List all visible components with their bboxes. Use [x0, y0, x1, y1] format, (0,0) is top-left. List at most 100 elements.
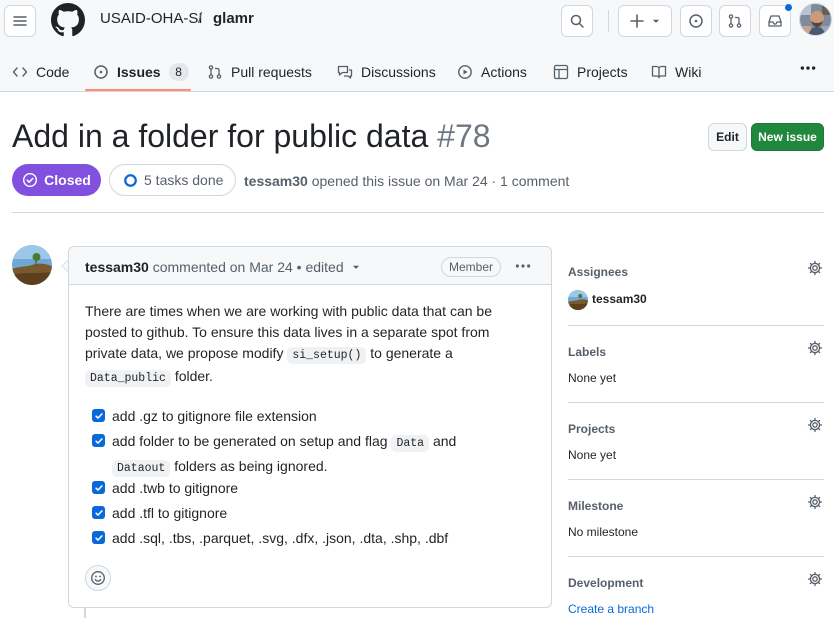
comment-header: tessam30 commented on Mar 24 • edited Me…: [69, 247, 551, 285]
check-icon: [94, 484, 103, 491]
gear-icon[interactable]: [807, 340, 823, 356]
task-text: and: [432, 433, 457, 449]
kebab-horizontal-icon: [800, 66, 816, 70]
tab-wiki[interactable]: Wiki: [651, 52, 701, 92]
pull-requests-button[interactable]: [719, 5, 751, 37]
task-label: add .twb to gitignore: [112, 480, 239, 496]
check-circle-icon: [23, 172, 38, 188]
sidebar-development-heading: Development: [568, 576, 644, 590]
github-logo-icon[interactable]: [51, 3, 85, 37]
comment-body-line: posted to github. To ensure this data li…: [85, 324, 490, 340]
sidebar-divider: [568, 402, 824, 403]
tab-discussions-label: Discussions: [361, 64, 436, 80]
create-new-button[interactable]: [618, 5, 672, 37]
search-icon: [570, 14, 584, 28]
comment-text: private data, we propose modify: [85, 345, 284, 361]
caret-down-icon[interactable]: [351, 262, 361, 272]
active-tab-underline: [85, 89, 191, 91]
task-item: add .sql, .tbs, .parquet, .svg, .dfx, .j…: [92, 527, 448, 549]
issue-title-text: Add in a folder for public data: [12, 118, 429, 154]
sidebar-assignees-heading: Assignees: [568, 265, 629, 279]
assignee-name: tessam30: [592, 292, 647, 307]
timeline-line: [84, 608, 86, 618]
hamburger-menu-button[interactable]: [4, 5, 36, 37]
tab-pull-requests[interactable]: Pull requests: [207, 52, 312, 92]
comment-discussion-icon: [337, 65, 353, 79]
comment-author-avatar[interactable]: [12, 245, 52, 285]
task-label: add .sql, .tbs, .parquet, .svg, .dfx, .j…: [112, 530, 449, 546]
create-branch-link[interactable]: Create a branch: [568, 602, 654, 616]
check-icon: [94, 412, 103, 419]
smiley-icon: [91, 571, 105, 585]
issue-number: #78: [437, 118, 491, 154]
sidebar-labels-value: None yet: [568, 371, 617, 385]
tab-projects[interactable]: Projects: [553, 52, 628, 92]
book-icon: [651, 65, 667, 79]
breadcrumb-separator: /: [198, 10, 203, 27]
assignee-item[interactable]: tessam30: [568, 290, 647, 310]
comment-body-line: There are times when we are working with…: [85, 303, 492, 319]
add-reaction-button[interactable]: [85, 565, 111, 591]
comment-meta[interactable]: commented on Mar 24 • edited: [153, 259, 344, 275]
issues-count-badge: 8: [168, 63, 189, 81]
comment-body: There are times when we are working with…: [85, 301, 537, 389]
assignee-avatar: [568, 290, 588, 310]
notification-dot: [784, 3, 793, 12]
issue-state-badge: Closed: [12, 164, 101, 196]
task-checkbox[interactable]: [92, 409, 105, 422]
comment-options-button[interactable]: [513, 257, 533, 275]
tab-actions[interactable]: Actions: [457, 52, 527, 92]
header-divider: [608, 10, 609, 32]
gear-icon[interactable]: [807, 260, 823, 276]
task-label: add folder to be generated on setup and …: [112, 430, 456, 480]
issue-opened-icon: [94, 65, 108, 79]
sidebar-milestone-value: No milestone: [568, 525, 639, 539]
sidebar-projects-value: None yet: [568, 448, 617, 462]
task-checkbox[interactable]: [92, 506, 105, 519]
tasks-progress-label: 5 tasks done: [144, 172, 224, 188]
sidebar-projects-heading: Projects: [568, 422, 616, 436]
tab-code-label: Code: [36, 64, 70, 80]
sidebar-milestone-heading: Milestone: [568, 499, 624, 513]
tab-code[interactable]: Code: [12, 52, 69, 92]
header-divider-line: [12, 212, 824, 213]
comment-text: folder.: [174, 368, 213, 384]
edit-title-button[interactable]: Edit: [708, 123, 747, 151]
inbox-icon: [768, 15, 782, 27]
sidebar-labels-heading: Labels: [568, 345, 607, 359]
kebab-horizontal-icon: [515, 264, 531, 268]
new-issue-button[interactable]: New issue: [751, 123, 824, 151]
sidebar-divider: [568, 556, 824, 557]
task-checkbox[interactable]: [92, 481, 105, 494]
task-checkbox[interactable]: [92, 531, 105, 544]
issue-title: Add in a folder for public data #78: [12, 118, 491, 155]
more-tabs-button[interactable]: [796, 58, 820, 78]
check-icon: [94, 437, 103, 444]
task-checkbox[interactable]: [92, 434, 105, 447]
breadcrumb-owner[interactable]: USAID-OHA-SI: [100, 10, 203, 27]
comment-author-link[interactable]: tessam30: [85, 259, 149, 275]
gear-icon[interactable]: [807, 417, 823, 433]
repo-header: USAID-OHA-SI / glamr Code Issues 8 Pull …: [0, 0, 834, 92]
tab-issues[interactable]: Issues 8: [93, 52, 189, 92]
issue-author-link[interactable]: tessam30: [244, 173, 308, 189]
search-button[interactable]: [561, 5, 593, 37]
gear-icon[interactable]: [807, 494, 823, 510]
tab-discussions[interactable]: Discussions: [337, 52, 436, 92]
inline-code: Data: [391, 435, 430, 452]
play-icon: [458, 65, 472, 79]
check-icon: [94, 509, 103, 516]
tab-projects-label: Projects: [577, 64, 628, 80]
breadcrumb-repo[interactable]: glamr: [213, 10, 254, 27]
issue-icon: [689, 14, 703, 28]
inline-code: Dataout: [112, 460, 171, 477]
user-avatar[interactable]: [799, 3, 832, 36]
progress-circle-icon: [124, 173, 137, 187]
gear-icon[interactable]: [807, 571, 823, 587]
comment-byline: tessam30 commented on Mar 24 • edited: [85, 259, 361, 275]
plus-icon: [630, 14, 644, 28]
issue-meta: tessam30 opened this issue on Mar 24 · 1…: [244, 173, 569, 189]
member-role-badge: Member: [441, 257, 502, 277]
issues-button[interactable]: [680, 5, 712, 37]
comment-body-line: Data_public folder.: [85, 366, 537, 389]
